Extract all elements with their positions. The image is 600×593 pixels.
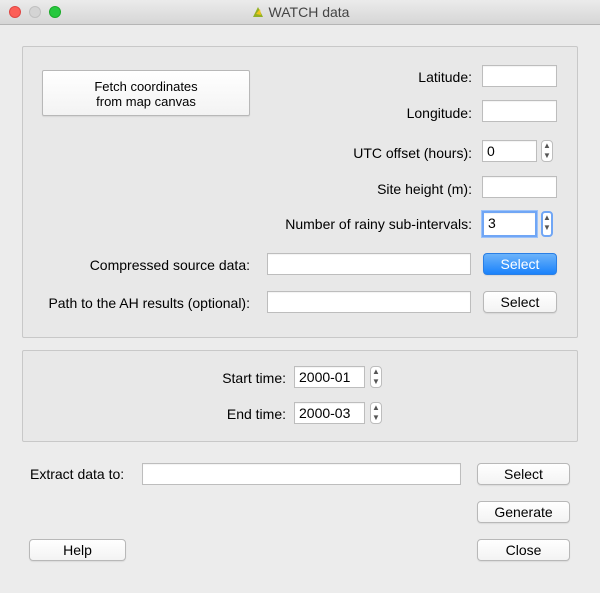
- generate-button[interactable]: Generate: [477, 501, 570, 523]
- start-time-label: Start time:: [222, 370, 286, 386]
- utc-offset-stepper[interactable]: ▲ ▼: [541, 140, 553, 162]
- end-time-spinbox[interactable]: 2000-03: [294, 402, 365, 424]
- end-time-label: End time:: [226, 406, 286, 422]
- start-time-stepper[interactable]: ▲ ▼: [370, 366, 382, 388]
- down-arrow-icon[interactable]: ▼: [371, 413, 381, 423]
- window-title-container: WATCH data: [0, 4, 600, 20]
- extract-data-select-button[interactable]: Select: [477, 463, 570, 485]
- extract-data-label: Extract data to:: [30, 466, 125, 482]
- rainy-subintervals-stepper[interactable]: ▲ ▼: [541, 211, 553, 237]
- latitude-label: Latitude:: [418, 69, 472, 85]
- title-bar: WATCH data: [0, 0, 600, 25]
- compressed-source-select-button[interactable]: Select: [483, 253, 557, 275]
- window-title: WATCH data: [268, 4, 350, 20]
- utc-offset-spinbox[interactable]: 0: [482, 140, 537, 162]
- qgis-logo-icon: [252, 7, 263, 17]
- end-time-stepper[interactable]: ▲ ▼: [370, 402, 382, 424]
- up-arrow-icon[interactable]: ▲: [371, 367, 381, 377]
- start-time-spinbox[interactable]: 2000-01: [294, 366, 365, 388]
- ah-results-label: Path to the AH results (optional):: [48, 295, 250, 311]
- up-arrow-icon[interactable]: ▲: [543, 213, 551, 223]
- longitude-label: Longitude:: [406, 105, 472, 121]
- compressed-source-input[interactable]: [267, 253, 471, 275]
- down-arrow-icon[interactable]: ▼: [543, 223, 551, 233]
- fetch-coordinates-button[interactable]: Fetch coordinates from map canvas: [42, 70, 250, 116]
- site-height-label: Site height (m):: [377, 181, 472, 197]
- rainy-subintervals-spinbox[interactable]: 3: [481, 210, 538, 238]
- longitude-input[interactable]: [482, 100, 557, 122]
- time-group: [22, 350, 578, 442]
- ah-results-select-button[interactable]: Select: [483, 291, 557, 313]
- close-button[interactable]: Close: [477, 539, 570, 561]
- latitude-input[interactable]: [482, 65, 557, 87]
- up-arrow-icon[interactable]: ▲: [371, 403, 381, 413]
- up-arrow-icon[interactable]: ▲: [542, 141, 552, 151]
- compressed-source-label: Compressed source data:: [89, 257, 250, 273]
- utc-offset-label: UTC offset (hours):: [353, 145, 472, 161]
- help-button[interactable]: Help: [29, 539, 126, 561]
- ah-results-input[interactable]: [267, 291, 471, 313]
- site-height-input[interactable]: [482, 176, 557, 198]
- extract-data-input[interactable]: [142, 463, 461, 485]
- down-arrow-icon[interactable]: ▼: [371, 377, 381, 387]
- rainy-subintervals-label: Number of rainy sub-intervals:: [285, 216, 472, 232]
- down-arrow-icon[interactable]: ▼: [542, 151, 552, 161]
